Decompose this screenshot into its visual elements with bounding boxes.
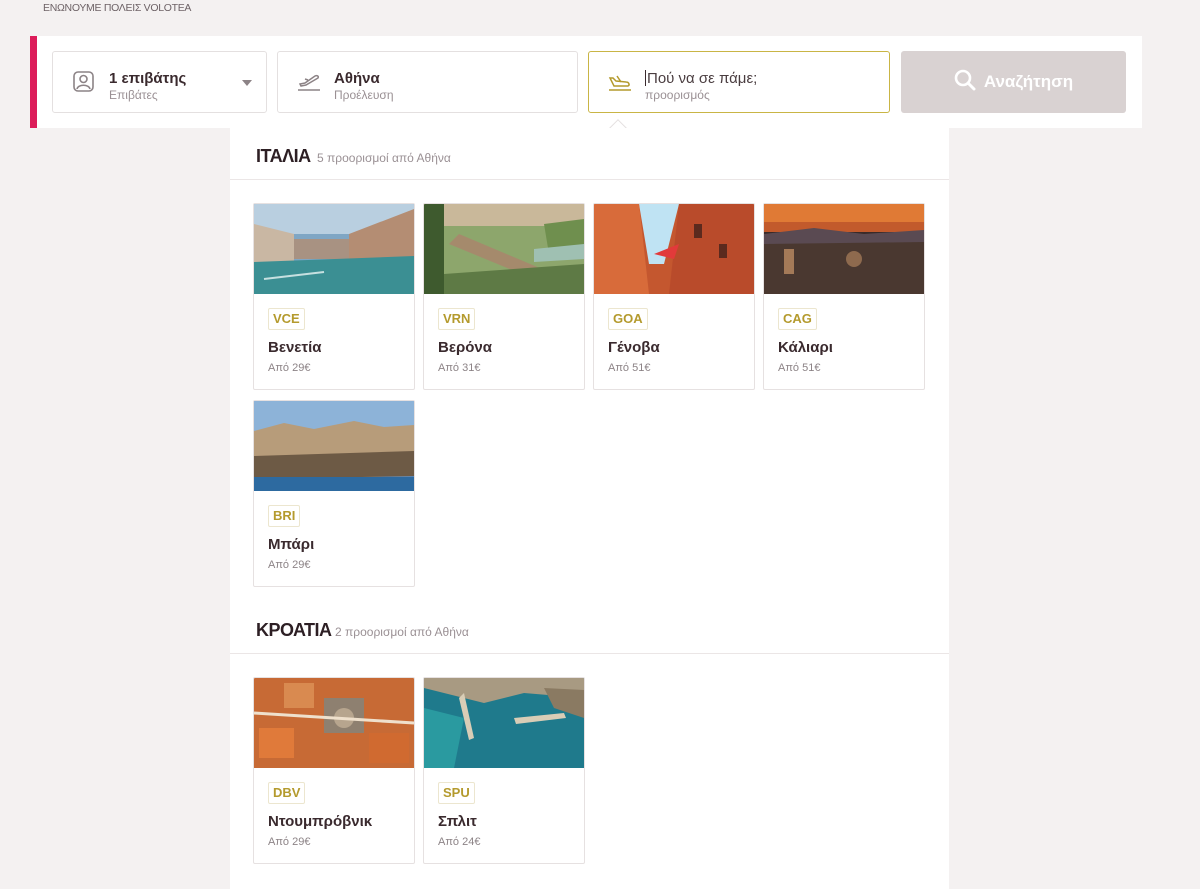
city-name: Ντουμπρόβνικ	[268, 813, 373, 830]
country-destination-count: 5 προορισμοί από Αθήνα	[317, 151, 451, 165]
price-from: Από 29€	[268, 559, 311, 571]
search-icon	[954, 69, 976, 96]
passengers-value: 1 επιβάτης	[109, 70, 187, 87]
city-name: Σπλιτ	[438, 813, 477, 830]
destinations-dropdown: ΙΤΑΛΙΑ 5 προορισμοί από Αθήνα VCE Βενετί…	[230, 128, 949, 889]
passengers-label: Επιβάτες	[109, 88, 158, 102]
top-caption: ΕΝΩΝΟΥΜΕ ΠΟΛΕΙΣ VOLOTEA	[43, 2, 192, 14]
destination-card-vrn[interactable]: VRN Βερόνα Από 31€	[423, 203, 585, 390]
chevron-down-icon[interactable]	[242, 80, 252, 86]
origin-label: Προέλευση	[334, 88, 394, 102]
country-destination-count: 2 προορισμοί από Αθήνα	[335, 625, 469, 639]
passenger-icon	[71, 70, 97, 94]
city-name: Βενετία	[268, 339, 322, 356]
passengers-field[interactable]: 1 επιβάτης Επιβάτες	[52, 51, 267, 113]
origin-field[interactable]: Αθήνα Προέλευση	[277, 51, 578, 113]
price-from: Από 51€	[778, 362, 821, 374]
destination-card-dbv[interactable]: DBV Ντουμπρόβνικ Από 29€	[253, 677, 415, 864]
price-from: Από 24€	[438, 836, 481, 848]
destination-placeholder: Πού να σε πάμε;	[647, 70, 758, 87]
search-button-label: Αναζήτηση	[983, 72, 1074, 91]
venice-photo	[254, 204, 414, 294]
city-name: Κάλιαρι	[778, 339, 833, 356]
airport-code: SPU	[438, 782, 475, 804]
airport-code: VCE	[268, 308, 305, 330]
destination-card-goa[interactable]: GOA Γένοβα Από 51€	[593, 203, 755, 390]
destination-card-bri[interactable]: BRI Μπάρι Από 29€	[253, 400, 415, 587]
airport-code: VRN	[438, 308, 476, 330]
landing-icon	[607, 70, 633, 94]
split-photo	[424, 678, 584, 768]
cagliari-photo	[764, 204, 924, 294]
destination-input[interactable]: Πού να σε πάμε;	[645, 70, 757, 88]
country-name: ΚΡΟΑΤΙΑ	[256, 620, 332, 640]
bari-photo	[254, 401, 414, 491]
country-name: ΙΤΑΛΙΑ	[256, 146, 311, 166]
dubrovnik-photo	[254, 678, 414, 768]
price-from: Από 31€	[438, 362, 481, 374]
city-name: Μπάρι	[268, 536, 315, 553]
destination-card-cag[interactable]: CAG Κάλιαρι Από 51€	[763, 203, 925, 390]
flight-search-bar: 1 επιβάτης Επιβάτες Αθήνα Προέλευση Πού …	[30, 36, 1142, 128]
price-from: Από 51€	[608, 362, 651, 374]
takeoff-icon	[296, 70, 322, 94]
country-header-italy: ΙΤΑΛΙΑ 5 προορισμοί από Αθήνα	[230, 128, 949, 180]
origin-value: Αθήνα	[334, 70, 380, 87]
destination-label: προορισμός	[645, 88, 710, 102]
airport-code: CAG	[778, 308, 817, 330]
destination-card-vce[interactable]: VCE Βενετία Από 29€	[253, 203, 415, 390]
destination-card-spu[interactable]: SPU Σπλιτ Από 24€	[423, 677, 585, 864]
verona-photo	[424, 204, 584, 294]
city-name: Γένοβα	[608, 339, 660, 356]
city-name: Βερόνα	[438, 339, 492, 356]
airport-code: GOA	[608, 308, 648, 330]
airport-code: DBV	[268, 782, 306, 804]
genoa-photo	[594, 204, 754, 294]
search-button[interactable]: Αναζήτηση	[901, 51, 1126, 113]
country-header-croatia: ΚΡΟΑΤΙΑ 2 προορισμοί από Αθήνα	[230, 602, 949, 654]
text-cursor	[645, 70, 646, 86]
price-from: Από 29€	[268, 362, 311, 374]
airport-code: BRI	[268, 505, 301, 527]
destination-field[interactable]: Πού να σε πάμε; προορισμός	[588, 51, 890, 113]
price-from: Από 29€	[268, 836, 311, 848]
